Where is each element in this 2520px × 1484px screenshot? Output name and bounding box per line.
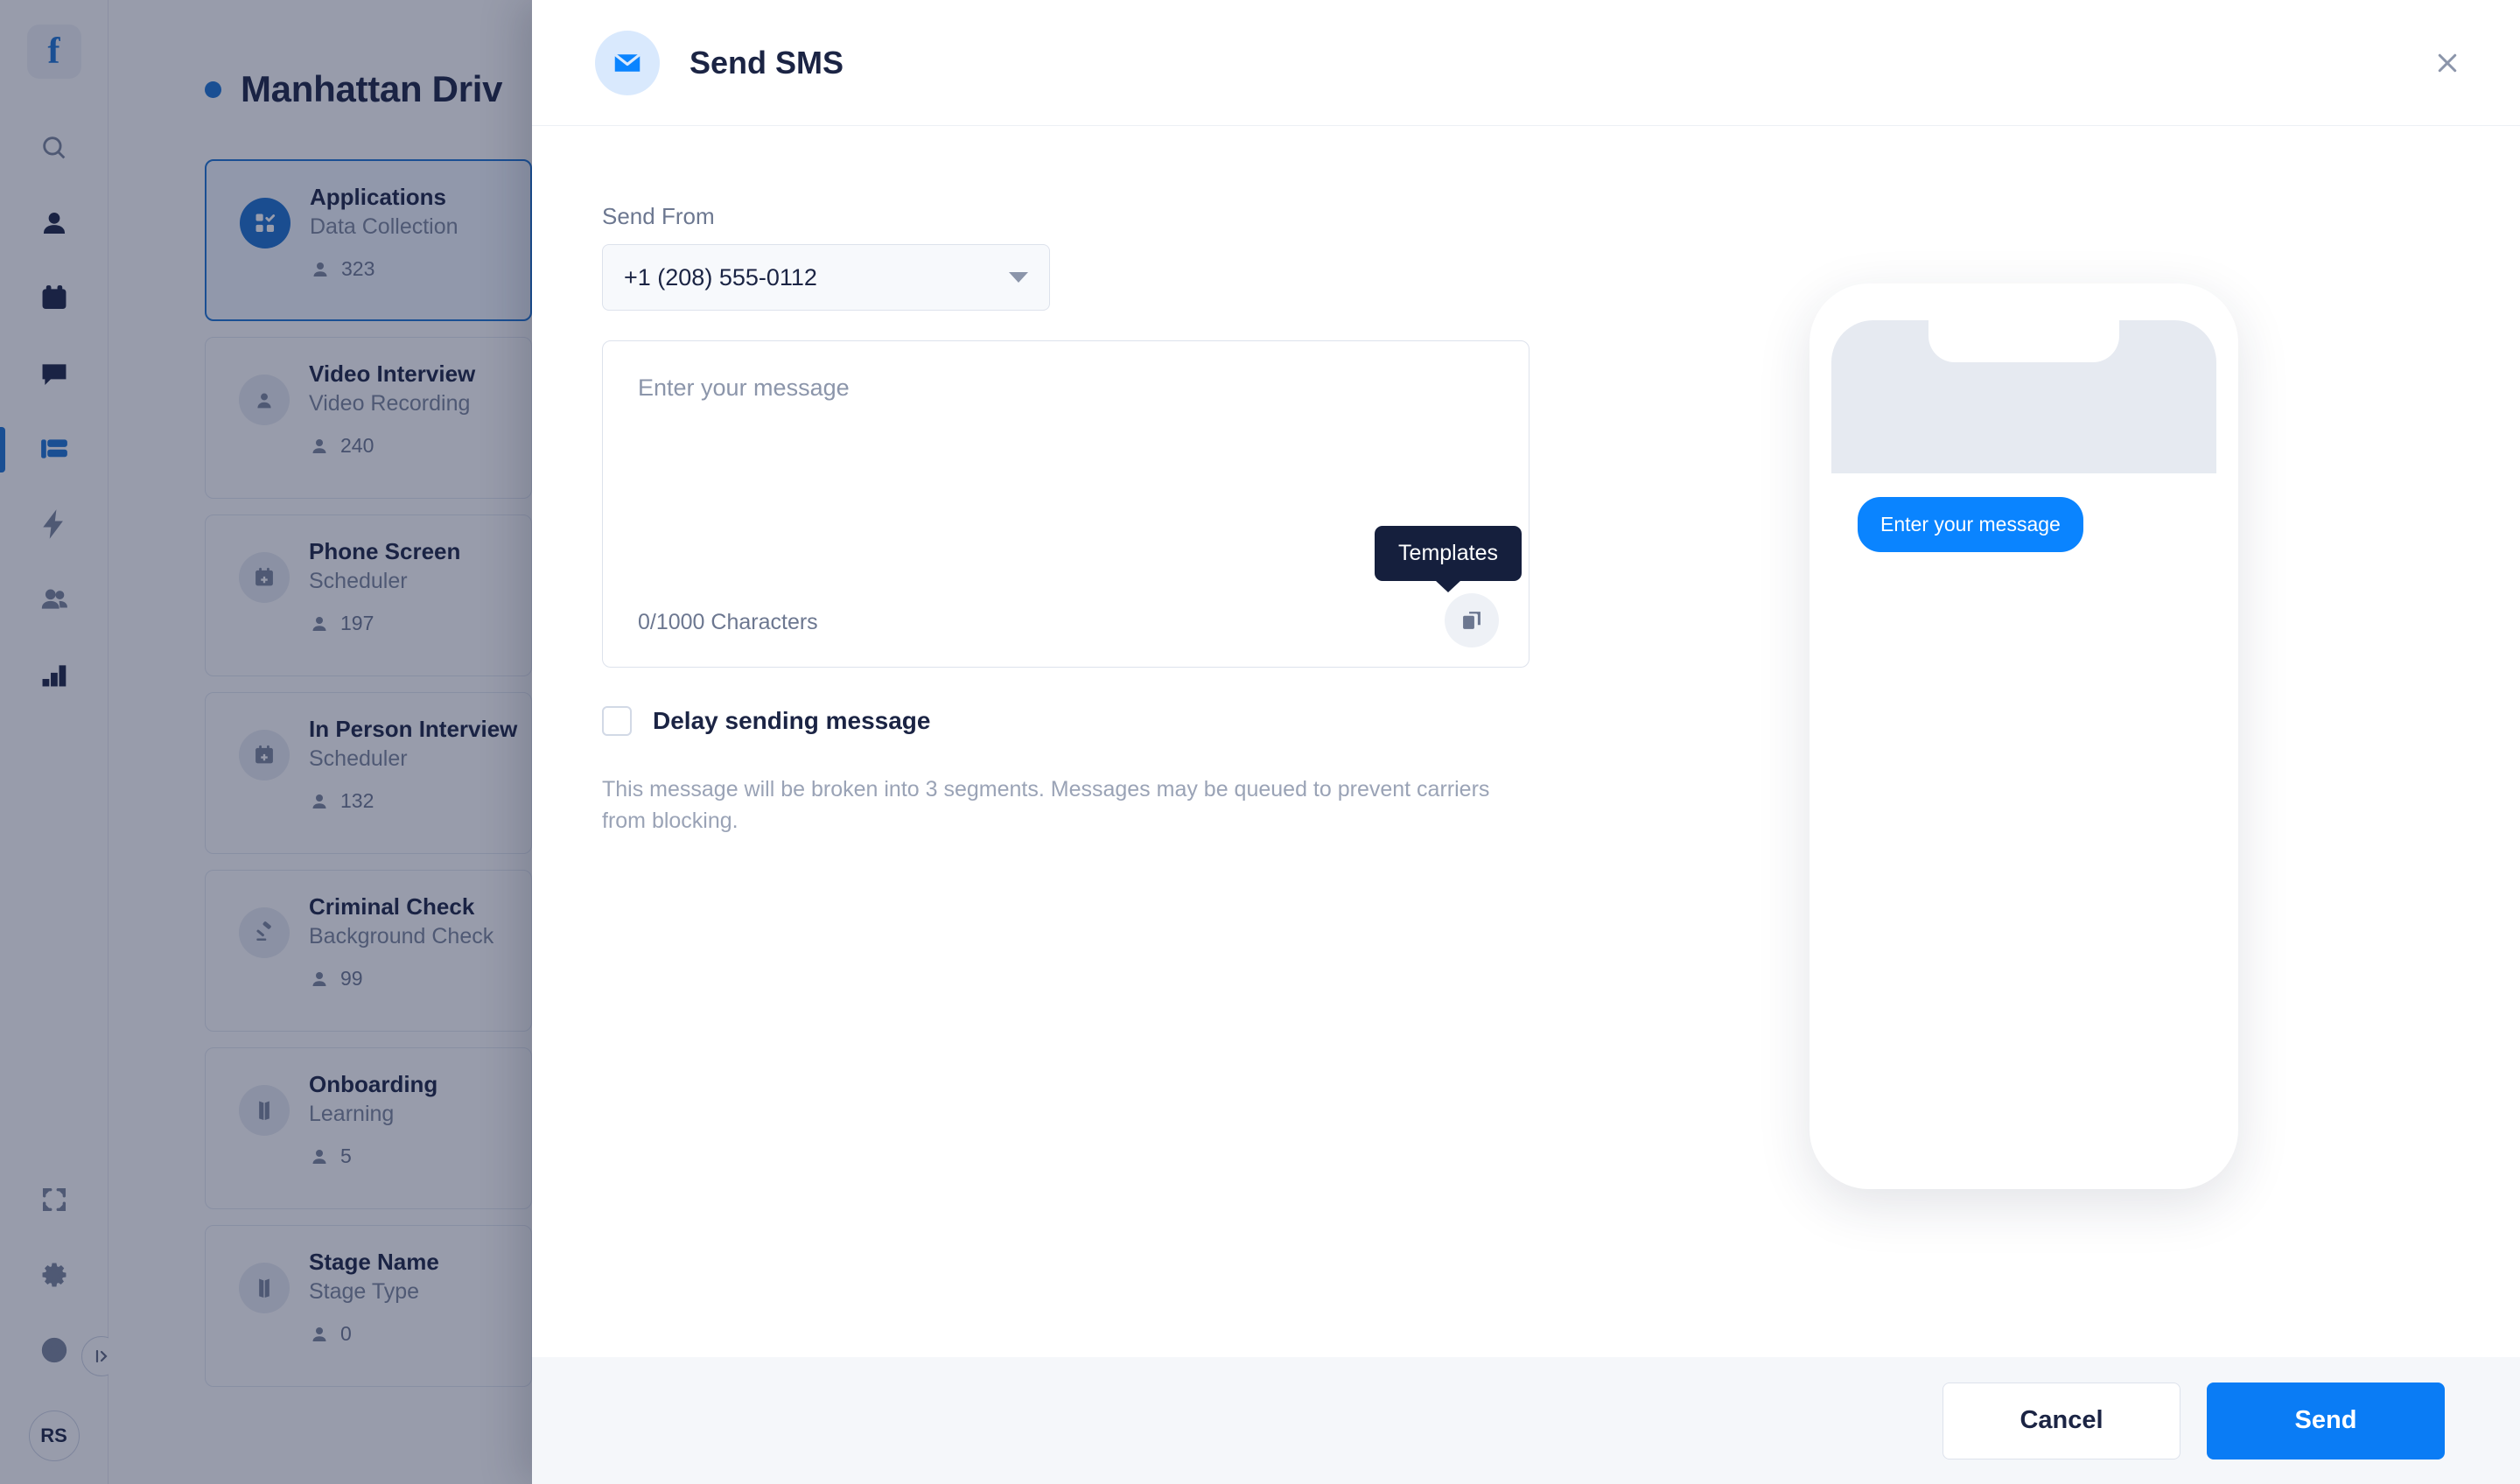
send-from-value: +1 (208) 555-0112 [624,264,817,291]
close-icon[interactable] [2422,38,2473,88]
copy-icon [1460,608,1484,633]
templates-tooltip: Templates [1375,526,1522,581]
send-from-select[interactable]: +1 (208) 555-0112 [602,244,1050,311]
send-button[interactable]: Send [2207,1382,2445,1460]
sms-form: Send From +1 (208) 555-0112 Enter your m… [602,203,1533,836]
modal-header: Send SMS [532,0,2520,126]
delay-sending-label: Delay sending message [653,707,930,735]
chevron-down-icon [1009,272,1028,283]
phone-notch [1928,320,2119,362]
app-root: f [0,0,2520,1484]
delay-sending-row[interactable]: Delay sending message [602,706,1533,736]
message-input[interactable]: Enter your message 0/1000 Characters Tem… [602,340,1530,668]
delay-sending-checkbox[interactable] [602,706,632,736]
preview-message-bubble: Enter your message [1858,497,2083,552]
message-placeholder: Enter your message [638,374,1494,402]
send-from-label: Send From [602,203,1533,230]
page-title: Send SMS [690,45,844,81]
send-sms-modal: Send SMS Send From +1 (208) 555-0112 Ent… [532,0,2520,1484]
phone-header-placeholder [1831,320,2216,473]
cancel-button[interactable]: Cancel [1942,1382,2180,1460]
envelope-icon [595,31,660,95]
character-counter: 0/1000 Characters [638,610,818,635]
modal-body: Send From +1 (208) 555-0112 Enter your m… [532,126,2520,1357]
templates-button[interactable] [1445,593,1499,648]
modal-footer: Cancel Send [532,1357,2520,1484]
segments-note: This message will be broken into 3 segme… [602,774,1512,836]
sms-preview-phone: Enter your message [1810,284,2238,1189]
